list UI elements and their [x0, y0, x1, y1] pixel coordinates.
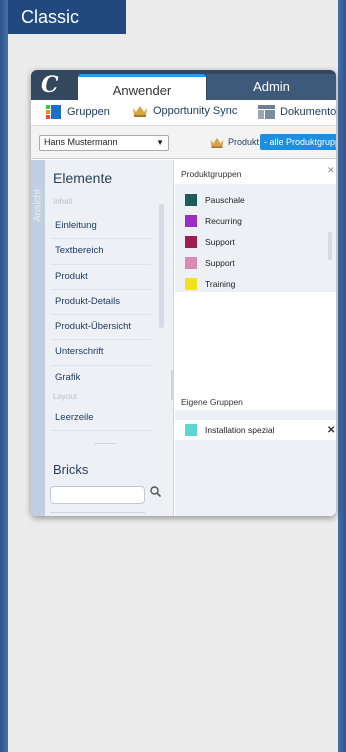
- list-item[interactable]: Installation spezial: [175, 420, 336, 440]
- color-swatch: [185, 194, 197, 206]
- list-item[interactable]: Training: [185, 278, 235, 290]
- groups-icon: [46, 105, 61, 119]
- section-inhalt: Inhalt: [53, 197, 73, 206]
- color-swatch: [185, 278, 197, 290]
- element-list: Einleitung Textbereich Produkt Produkt-D…: [51, 214, 151, 391]
- list-item[interactable]: Support: [185, 236, 235, 248]
- sidebar-title: Elemente: [53, 170, 113, 186]
- section-divider: [94, 443, 116, 444]
- remove-icon[interactable]: ✕: [327, 425, 335, 436]
- sidebar-item-produkt[interactable]: Produkt: [51, 265, 151, 290]
- color-swatch: [185, 424, 197, 436]
- produktgruppen-list: Pauschale Recurring Support Support Trai…: [175, 184, 336, 292]
- bricks-divider: [50, 512, 145, 513]
- list-item[interactable]: Support: [185, 257, 235, 269]
- bricks-search-input[interactable]: [50, 486, 145, 504]
- produkt-filter-button[interactable]: - alle Produktgrupp: [260, 134, 336, 150]
- sidebar-item-einleitung[interactable]: Einleitung: [51, 214, 151, 240]
- list-item-label: Pauschale: [205, 195, 245, 205]
- list-item-label: Training: [205, 279, 236, 289]
- chevron-down-icon: ▼: [156, 138, 164, 147]
- bricks-title: Bricks: [53, 462, 89, 477]
- produktgruppen-scrollbar[interactable]: [328, 232, 332, 260]
- elements-sidebar: Ansicht Elemente Inhalt Einleitung Textb…: [31, 160, 174, 516]
- toolbar-gruppen[interactable]: Gruppen: [46, 104, 110, 120]
- app-window: C Anwender Admin Gruppen Opportunity Syn…: [31, 70, 336, 516]
- app-logo-icon: C: [41, 72, 59, 98]
- sidebar-item-textbereich[interactable]: Textbereich: [51, 239, 151, 265]
- classic-badge: Classic: [8, 0, 126, 34]
- sidebar-resize-handle[interactable]: [171, 370, 173, 400]
- color-swatch: [185, 215, 197, 227]
- tab-bar: C Anwender Admin: [31, 70, 336, 100]
- crown-icon: [133, 106, 147, 117]
- search-icon[interactable]: [150, 486, 161, 497]
- section-layout: Layout: [53, 392, 78, 401]
- crown-icon: [210, 137, 224, 148]
- view-strip[interactable]: Ansicht: [31, 160, 45, 516]
- tab-anwender[interactable]: Anwender: [78, 74, 206, 100]
- sidebar-item-unterschrift[interactable]: Unterschrift: [51, 340, 151, 366]
- toolbar-dokumentoptionen[interactable]: Dokumentoptic: [258, 104, 336, 119]
- list-item-label: Support: [205, 237, 235, 247]
- produkt-label-text: Produkt:: [228, 137, 262, 147]
- user-select[interactable]: Hans Mustermann ▼: [39, 135, 169, 151]
- layout-list: Leerzeile: [51, 406, 151, 432]
- list-item-label: Installation spezial: [205, 425, 275, 435]
- sidebar-item-leerzeile[interactable]: Leerzeile: [51, 406, 151, 432]
- produktgruppen-title: Produktgruppen: [181, 169, 242, 179]
- color-swatch: [185, 236, 197, 248]
- sidebar-item-grafik[interactable]: Grafik: [51, 366, 151, 391]
- toolbar: Gruppen Opportunity Sync Dokumentoptic: [31, 100, 336, 126]
- toolbar-opportunity-sync[interactable]: Opportunity Sync: [132, 104, 237, 117]
- list-item[interactable]: Pauschale: [185, 194, 245, 206]
- list-item-label: Recurring: [205, 216, 242, 226]
- view-strip-label: Ansicht: [32, 189, 44, 222]
- sidebar-item-produkt-details[interactable]: Produkt-Details: [51, 290, 151, 316]
- list-item-label: Support: [205, 258, 235, 268]
- eigene-gruppen-title: Eigene Gruppen: [181, 397, 243, 407]
- user-select-value: Hans Mustermann: [44, 137, 118, 147]
- sidebar-item-produkt-uebersicht[interactable]: Produkt-Übersicht: [51, 315, 151, 341]
- background-panel: Classic C Anwender Admin Gruppen Opportu…: [8, 0, 338, 752]
- filter-bar: Hans Mustermann ▼ Produkt: - alle Produk…: [31, 126, 336, 159]
- produkt-filter-label: Produkt:: [209, 136, 262, 148]
- toolbar-dokumentoptionen-label: Dokumentoptic: [280, 105, 336, 118]
- close-icon[interactable]: ✕: [327, 165, 335, 176]
- groups-panel: Produktgruppen ✕ Pauschale Recurring Sup…: [175, 160, 336, 516]
- sidebar-scrollbar[interactable]: [159, 204, 164, 328]
- toolbar-opportunity-sync-label: Opportunity Sync: [153, 104, 238, 117]
- toolbar-gruppen-label: Gruppen: [67, 106, 110, 118]
- color-swatch: [185, 257, 197, 269]
- document-options-icon: [258, 105, 275, 119]
- list-item[interactable]: Recurring: [185, 215, 242, 227]
- tab-admin[interactable]: Admin: [207, 74, 336, 100]
